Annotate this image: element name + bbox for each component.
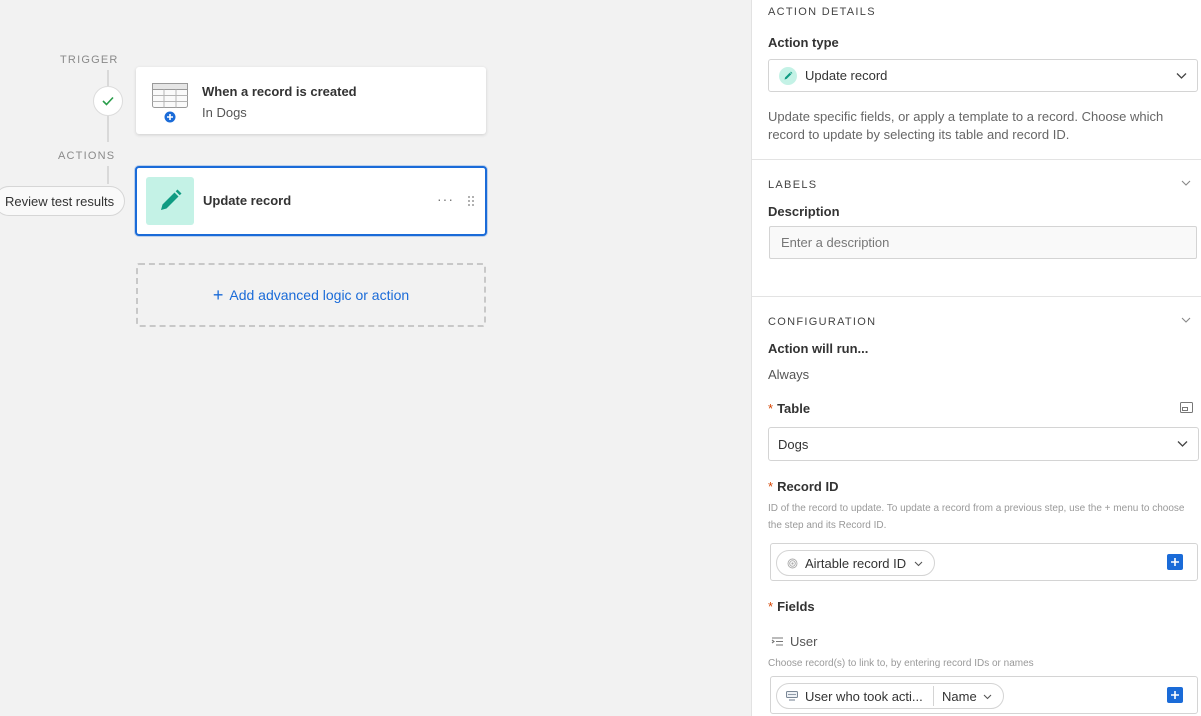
action-type-description: Update specific fields, or apply a templ… (768, 109, 1164, 142)
record-id-field[interactable]: Airtable record ID (770, 543, 1198, 581)
table-select[interactable]: Dogs (768, 427, 1199, 461)
insert-plus-button[interactable] (1167, 687, 1183, 703)
record-id-label: * Record ID (768, 479, 838, 494)
chevron-down-icon[interactable] (1181, 317, 1191, 323)
action-type-value: Update record (805, 68, 888, 83)
chevron-down-icon (914, 561, 923, 567)
configuration-heading: CONFIGURATION (768, 316, 877, 328)
add-advanced-logic-label: Add advanced logic or action (229, 287, 410, 303)
table-view-icon[interactable] (1180, 402, 1193, 413)
record-id-token[interactable]: Airtable record ID (776, 550, 935, 576)
fingerprint-icon (787, 558, 798, 568)
chevron-down-icon (1177, 441, 1188, 447)
required-mark: * (768, 401, 774, 416)
trigger-card[interactable]: When a record is created In Dogs (136, 67, 486, 134)
linked-record-field-icon (771, 637, 783, 646)
divider (752, 296, 1201, 297)
check-icon (102, 96, 114, 106)
chevron-down-icon (1176, 72, 1187, 79)
drag-handle-icon[interactable] (467, 194, 475, 212)
trigger-status-check (93, 86, 123, 116)
pencil-icon (146, 177, 194, 225)
fields-label-text: Fields (777, 599, 815, 614)
divider (752, 159, 1201, 160)
labels-heading: LABELS (768, 179, 818, 191)
step-output-icon (786, 691, 798, 701)
action-run-value: Always (768, 367, 810, 382)
table-select-value: Dogs (778, 436, 809, 452)
plus-icon (1171, 558, 1179, 566)
table-label-text: Table (777, 401, 811, 416)
automation-canvas: TRIGGER ACTIONS Review test results When… (0, 0, 752, 716)
chevron-down-icon (983, 694, 992, 700)
user-field-token-label: User who took acti... (805, 688, 923, 704)
action-type-select[interactable]: Update record (768, 59, 1198, 92)
field-help: Choose record(s) to link to, by entering… (768, 658, 1034, 669)
table-label: * Table (768, 401, 810, 416)
plus-icon: + (212, 285, 224, 305)
trigger-subtitle: In Dogs (202, 105, 247, 120)
fields-label: * Fields (768, 599, 815, 614)
user-field-token-sub[interactable]: Name (942, 689, 977, 704)
table-add-icon (152, 83, 188, 123)
add-advanced-logic-button[interactable]: + Add advanced logic or action (136, 263, 486, 327)
token-divider (933, 686, 934, 706)
plus-icon (1171, 691, 1179, 699)
record-id-help: ID of the record to update. To update a … (768, 503, 1185, 531)
flow-rail (107, 116, 109, 142)
chevron-down-icon[interactable] (1181, 180, 1191, 186)
action-details-heading: ACTION DETAILS (768, 6, 876, 18)
required-mark: * (768, 479, 774, 494)
record-id-token-label: Airtable record ID (805, 555, 907, 571)
review-test-results-button[interactable]: Review test results (0, 186, 126, 216)
description-input[interactable]: Enter a description (769, 226, 1197, 259)
action-details-panel: ACTION DETAILS Action type Update record… (751, 0, 1201, 716)
trigger-title: When a record is created (202, 84, 357, 99)
flow-rail (107, 70, 109, 86)
description-label: Description (768, 204, 840, 219)
action-run-label: Action will run... (768, 341, 869, 356)
actions-section-label: ACTIONS (58, 150, 116, 162)
pencil-icon (779, 67, 797, 85)
action-card-update-record[interactable]: Update record ··· (135, 166, 487, 236)
more-options-icon[interactable]: ··· (437, 191, 454, 207)
field-name-user: User (790, 634, 818, 649)
action-title: Update record (203, 193, 292, 208)
flow-rail (107, 166, 109, 184)
user-field-input[interactable]: User who took acti... Name (770, 676, 1198, 714)
insert-plus-button[interactable] (1167, 554, 1183, 570)
required-mark: * (768, 599, 774, 614)
record-id-label-text: Record ID (777, 479, 839, 494)
user-field-token[interactable]: User who took acti... Name (776, 683, 1004, 709)
action-type-label: Action type (768, 35, 839, 50)
trigger-section-label: TRIGGER (60, 54, 119, 66)
